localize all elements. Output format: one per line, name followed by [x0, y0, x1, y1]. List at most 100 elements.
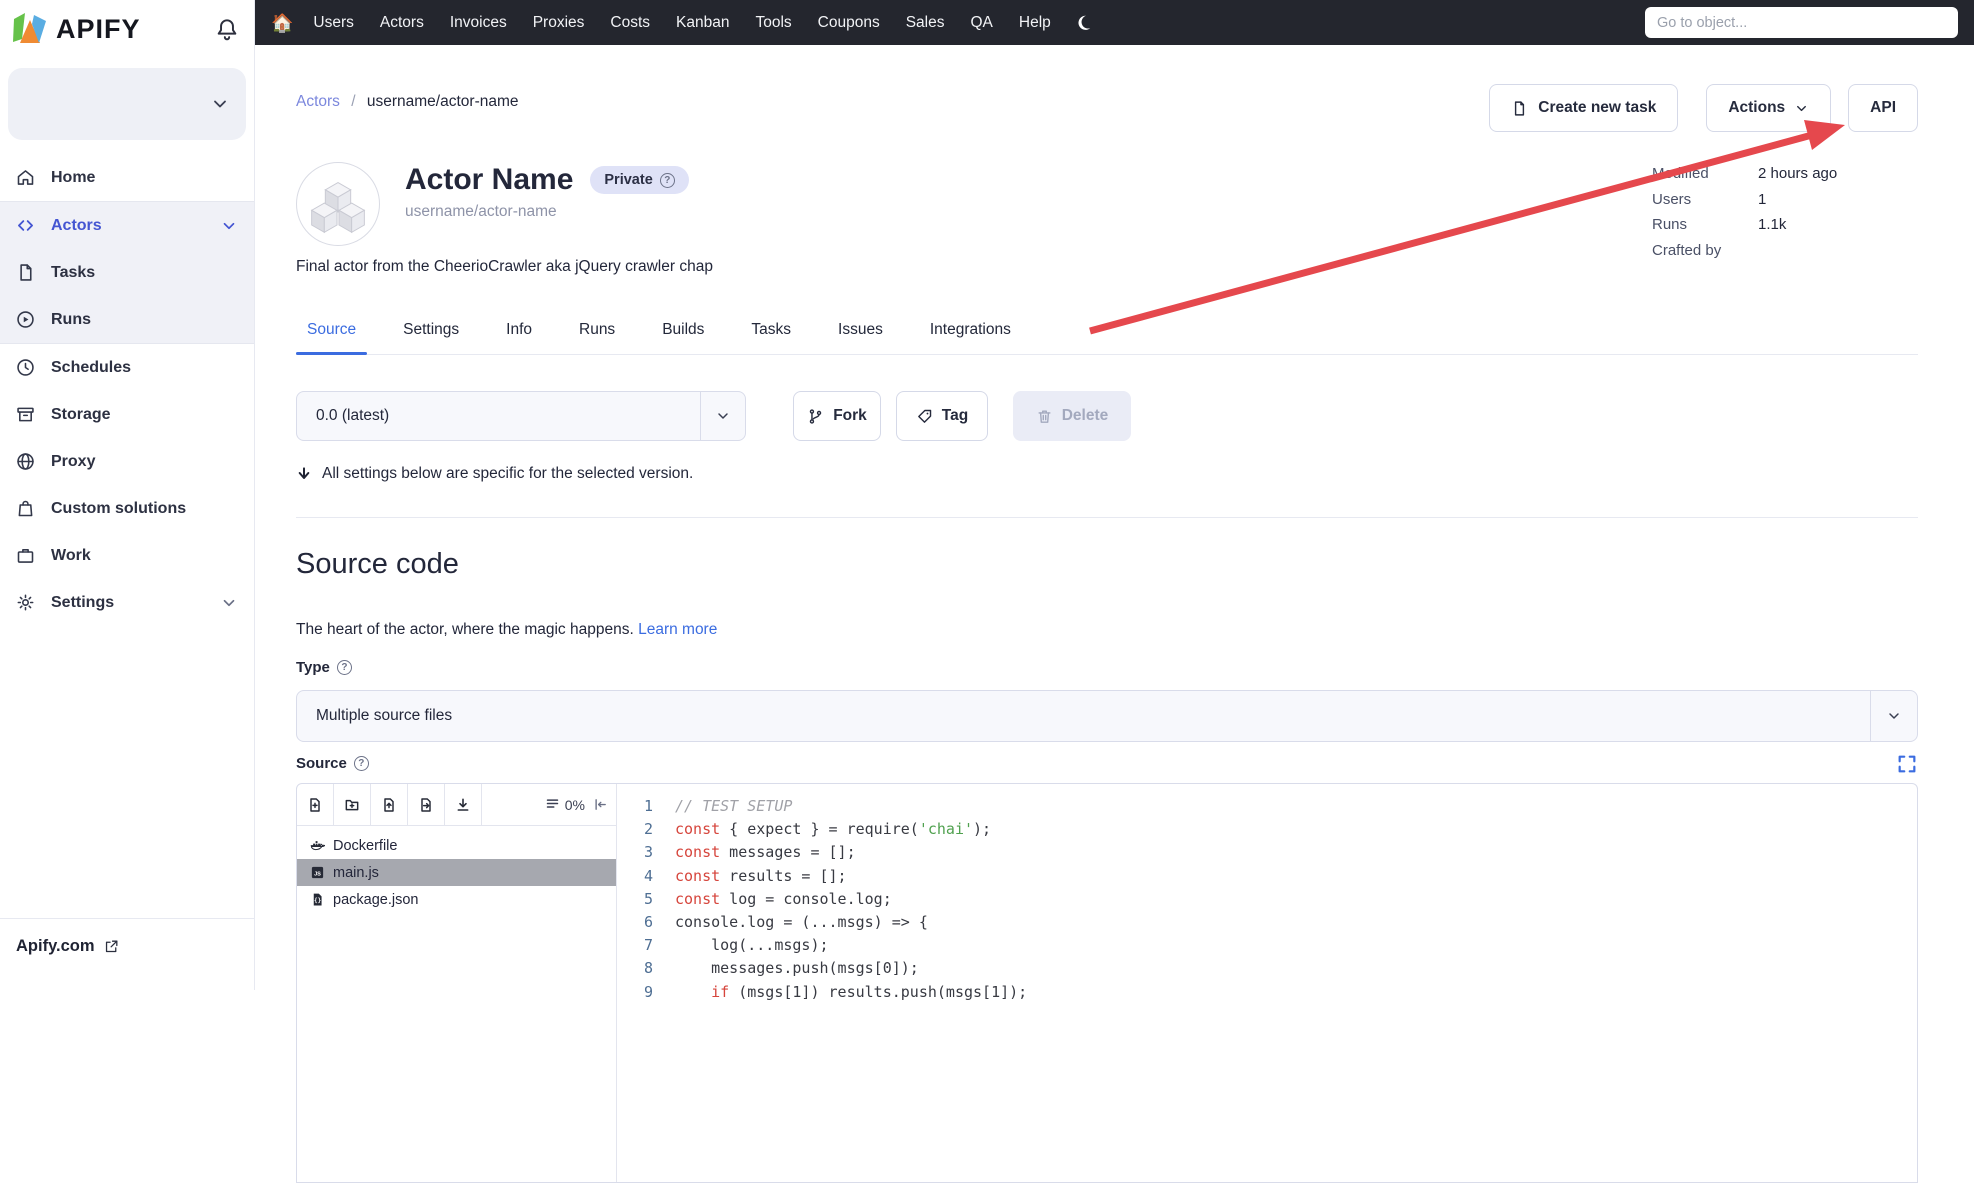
type-select[interactable]: Multiple source files: [296, 690, 1918, 742]
source-code-subtitle: The heart of the actor, where the magic …: [296, 621, 717, 639]
topnav-items: Users Actors Invoices Proxies Costs Kanban Too…: [313, 14, 1050, 32]
create-new-task-button[interactable]: Create new task: [1489, 84, 1678, 132]
actor-meta: Modified2 hours agoUsers1Runs1.1kCrafted…: [1652, 161, 1837, 263]
topnav-item-costs[interactable]: Costs: [610, 14, 650, 32]
code-icon: [15, 215, 36, 236]
meta-crafted-by: Crafted by: [1652, 238, 1837, 264]
actor-username: username/actor-name: [405, 203, 557, 221]
wrap-toggle-icon[interactable]: [593, 797, 608, 812]
home-icon: [15, 167, 36, 188]
briefcase-icon: [15, 545, 36, 566]
sidebar-item-home[interactable]: Home: [0, 154, 254, 201]
topnav-item-invoices[interactable]: Invoices: [450, 14, 507, 32]
topnav-item-kanban[interactable]: Kanban: [676, 14, 729, 32]
account-switcher[interactable]: [8, 68, 246, 140]
topnav-item-tools[interactable]: Tools: [755, 14, 791, 32]
tab-tasks[interactable]: Tasks: [740, 315, 802, 354]
docker-file-icon: [310, 838, 325, 853]
dark-mode-toggle-icon[interactable]: [1075, 14, 1092, 31]
topnav-item-actors[interactable]: Actors: [380, 14, 424, 32]
code-line-6: 6console.log = (...msgs) => {: [617, 911, 1917, 934]
tag-button[interactable]: Tag: [896, 391, 988, 441]
gear-icon: [15, 592, 36, 613]
tab-issues[interactable]: Issues: [827, 315, 894, 354]
upload-file-button[interactable]: [371, 784, 408, 826]
topnav-item-proxies[interactable]: Proxies: [533, 14, 585, 32]
file-package-json[interactable]: {}package.json: [297, 886, 616, 913]
type-field-label: Type ?: [296, 659, 352, 676]
code-line-5: 5const log = console.log;: [617, 888, 1917, 911]
sidebar-nav: HomeActorsTasksRunsSchedulesStorageProxy…: [0, 154, 254, 626]
breadcrumb-actors-link[interactable]: Actors: [296, 93, 340, 110]
zoom-control[interactable]: 0%: [545, 796, 585, 814]
file-dockerfile[interactable]: Dockerfile: [297, 832, 616, 859]
topnav-item-qa[interactable]: QA: [971, 14, 993, 32]
version-row: 0.0 (latest) Fork Tag Delete: [296, 391, 1918, 441]
tab-integrations[interactable]: Integrations: [919, 315, 1022, 354]
version-note: All settings below are specific for the …: [296, 465, 693, 483]
help-question-icon[interactable]: ?: [337, 660, 352, 675]
tab-settings[interactable]: Settings: [392, 315, 470, 354]
code-line-7: 7 log(...msgs);: [617, 934, 1917, 957]
delete-button[interactable]: Delete: [1013, 391, 1131, 441]
new-folder-button[interactable]: [334, 784, 371, 826]
tag-icon: [916, 408, 933, 425]
source-editor: 0% DockerfileJSmain.js{}package.json 1//…: [296, 783, 1918, 1183]
arrow-down-icon: [296, 466, 312, 482]
sidebar-item-settings[interactable]: Settings: [0, 579, 254, 626]
fork-button[interactable]: Fork: [793, 391, 881, 441]
api-button[interactable]: API: [1848, 84, 1918, 132]
meta-runs: Runs1.1k: [1652, 212, 1837, 238]
zoom-value: 0%: [565, 797, 585, 813]
actions-button[interactable]: Actions: [1706, 84, 1831, 132]
file-main-js[interactable]: JSmain.js: [297, 859, 616, 886]
sidebar-footer-link[interactable]: Apify.com: [0, 918, 254, 990]
apify-logo-text: APIFY: [56, 14, 214, 45]
sidebar-item-actors[interactable]: Actors: [0, 202, 254, 249]
file-pane: 0% DockerfileJSmain.js{}package.json: [297, 784, 617, 1182]
tab-source[interactable]: Source: [296, 315, 367, 354]
learn-more-link[interactable]: Learn more: [638, 621, 717, 638]
notifications-bell-icon[interactable]: [214, 16, 240, 42]
fullscreen-expand-icon[interactable]: [1896, 753, 1918, 775]
code-pane[interactable]: 1// TEST SETUP2const { expect } = requir…: [617, 784, 1917, 1182]
topnav-item-help[interactable]: Help: [1019, 14, 1051, 32]
file-icon: [15, 262, 36, 283]
download-button[interactable]: [445, 784, 482, 826]
git-fork-icon: [807, 408, 824, 425]
new-file-button[interactable]: [297, 784, 334, 826]
sidebar-item-runs[interactable]: Runs: [0, 296, 254, 343]
source-code-title: Source code: [296, 548, 459, 581]
bag-icon: [15, 498, 36, 519]
topnav-item-coupons[interactable]: Coupons: [818, 14, 880, 32]
topnav-item-users[interactable]: Users: [313, 14, 353, 32]
svg-text:{}: {}: [314, 898, 322, 905]
sidebar-item-work[interactable]: Work: [0, 532, 254, 579]
version-select[interactable]: 0.0 (latest): [296, 391, 746, 441]
sidebar-item-storage[interactable]: Storage: [0, 391, 254, 438]
main-content: Actors / username/actor-name Create new …: [255, 45, 1974, 990]
help-question-icon[interactable]: ?: [660, 173, 675, 188]
sidebar-item-custom-solutions[interactable]: Custom solutions: [0, 485, 254, 532]
topnav-item-sales[interactable]: Sales: [906, 14, 945, 32]
breadcrumb: Actors / username/actor-name: [296, 93, 519, 111]
meta-modified: Modified2 hours ago: [1652, 161, 1837, 187]
apify-com-link[interactable]: Apify.com: [16, 937, 95, 956]
task-file-icon: [1511, 100, 1528, 117]
clock-icon: [15, 357, 36, 378]
export-file-button[interactable]: [408, 784, 445, 826]
tab-info[interactable]: Info: [495, 315, 543, 354]
meta-users: Users1: [1652, 187, 1837, 213]
help-question-icon[interactable]: ?: [354, 756, 369, 771]
chevron-down-icon: [210, 94, 230, 114]
sidebar-item-tasks[interactable]: Tasks: [0, 249, 254, 296]
trash-icon: [1036, 408, 1053, 425]
file-toolbar: 0%: [297, 784, 616, 826]
sidebar-item-schedules[interactable]: Schedules: [0, 344, 254, 391]
tab-runs[interactable]: Runs: [568, 315, 626, 354]
sidebar-item-proxy[interactable]: Proxy: [0, 438, 254, 485]
tab-builds[interactable]: Builds: [651, 315, 715, 354]
home-emoji-icon[interactable]: 🏠: [271, 14, 293, 32]
go-to-object-input[interactable]: [1645, 7, 1958, 38]
chevron-down-icon: [220, 217, 238, 235]
